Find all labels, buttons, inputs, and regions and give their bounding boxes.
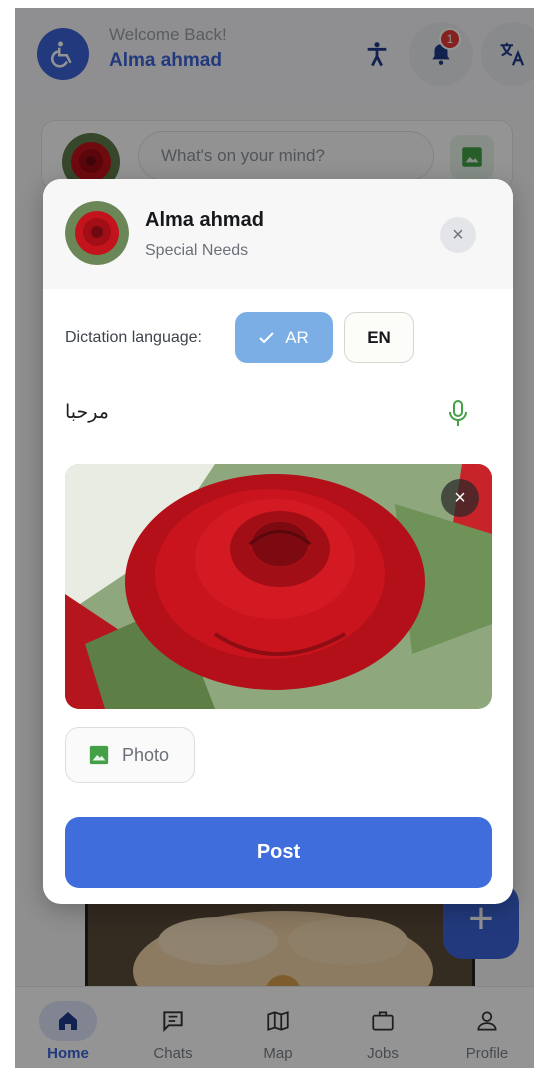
- microphone-icon: [449, 400, 467, 426]
- language-en-label: EN: [367, 327, 391, 347]
- dictated-text[interactable]: مرحبا: [65, 401, 109, 423]
- check-icon: [259, 331, 274, 343]
- remove-photo-button[interactable]: ×: [441, 479, 479, 517]
- dialog-user-name: Alma ahmad: [145, 209, 264, 231]
- attached-photo: [65, 464, 492, 709]
- post-button[interactable]: Post: [65, 817, 492, 888]
- rose-photo-image: [65, 464, 492, 709]
- image-icon: [89, 745, 109, 765]
- rose-avatar-image: [65, 201, 129, 265]
- dictation-language-label: Dictation language:: [65, 329, 202, 346]
- language-ar-button[interactable]: AR: [235, 312, 333, 363]
- create-post-dialog: Alma ahmad Special Needs × Dictation lan…: [43, 179, 513, 904]
- add-photo-label: Photo: [122, 744, 170, 765]
- language-en-button[interactable]: EN: [344, 312, 414, 363]
- dialog-header: Alma ahmad Special Needs ×: [43, 179, 513, 289]
- dialog-user-role: Special Needs: [145, 242, 249, 259]
- microphone-button[interactable]: [443, 397, 473, 431]
- add-photo-button[interactable]: Photo: [65, 727, 195, 783]
- close-icon: ×: [452, 223, 464, 246]
- dialog-avatar: [65, 201, 129, 265]
- close-dialog-button[interactable]: ×: [440, 217, 476, 253]
- language-ar-label: AR: [285, 327, 309, 347]
- close-icon: ×: [454, 486, 466, 509]
